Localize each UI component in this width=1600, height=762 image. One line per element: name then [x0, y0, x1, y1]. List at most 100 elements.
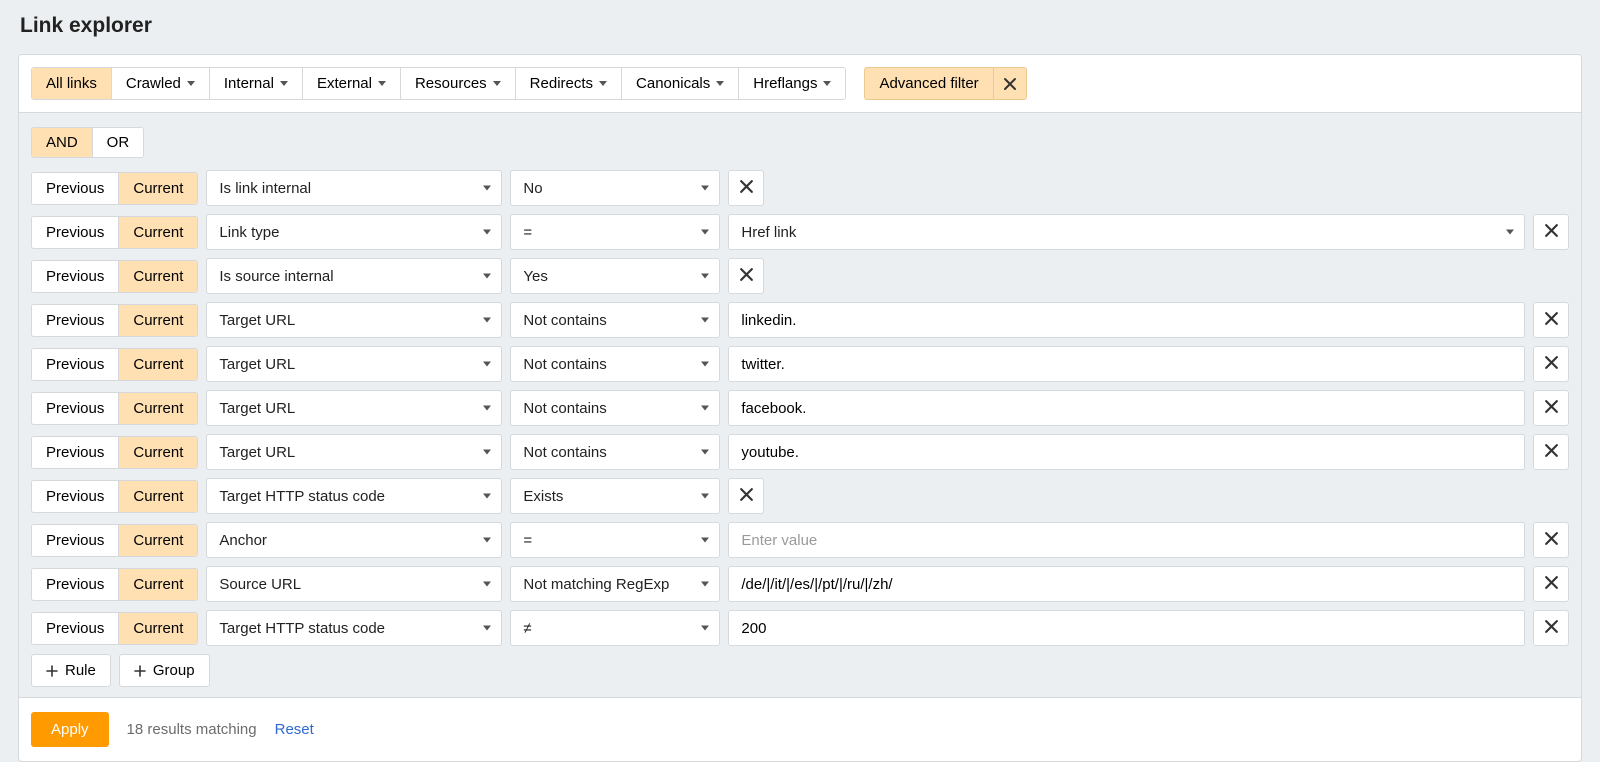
- add-rule-button[interactable]: Rule: [31, 654, 111, 687]
- chevron-down-icon: [701, 186, 709, 191]
- remove-rule-button[interactable]: [1533, 302, 1569, 338]
- chevron-down-icon: [701, 318, 709, 323]
- remove-rule-button[interactable]: [728, 170, 764, 206]
- previous-button[interactable]: Previous: [32, 481, 119, 512]
- remove-rule-button[interactable]: [728, 478, 764, 514]
- field-select[interactable]: Target URL: [206, 346, 502, 382]
- advanced-filter-close-button[interactable]: [993, 67, 1027, 100]
- operator-select[interactable]: ≠: [510, 610, 720, 646]
- current-button[interactable]: Current: [119, 393, 197, 424]
- value-input[interactable]: [728, 434, 1525, 470]
- chevron-down-icon: [187, 81, 195, 86]
- current-button[interactable]: Current: [119, 261, 197, 292]
- current-button[interactable]: Current: [119, 481, 197, 512]
- operator-select[interactable]: Not contains: [510, 434, 720, 470]
- previous-button[interactable]: Previous: [32, 437, 119, 468]
- chevron-down-icon: [701, 450, 709, 455]
- tab-crawled[interactable]: Crawled: [112, 68, 210, 99]
- chevron-down-icon: [483, 318, 491, 323]
- field-select[interactable]: Link type: [206, 214, 502, 250]
- remove-rule-button[interactable]: [1533, 434, 1569, 470]
- previous-button[interactable]: Previous: [32, 569, 119, 600]
- field-select[interactable]: Is link internal: [206, 170, 502, 206]
- select-value: Not contains: [523, 356, 606, 373]
- rule-row: PreviousCurrent Target URL Not contains: [31, 346, 1569, 382]
- tab-external[interactable]: External: [303, 68, 401, 99]
- operator-select[interactable]: =: [510, 214, 720, 250]
- field-select[interactable]: Is source internal: [206, 258, 502, 294]
- remove-rule-button[interactable]: [1533, 522, 1569, 558]
- logic-or-button[interactable]: OR: [93, 128, 144, 157]
- tab-internal[interactable]: Internal: [210, 68, 303, 99]
- operator-select[interactable]: Exists: [510, 478, 720, 514]
- remove-rule-button[interactable]: [1533, 566, 1569, 602]
- previous-button[interactable]: Previous: [32, 173, 119, 204]
- value-input[interactable]: [728, 346, 1525, 382]
- previous-button[interactable]: Previous: [32, 305, 119, 336]
- tab-label: Internal: [224, 75, 274, 92]
- current-button[interactable]: Current: [119, 173, 197, 204]
- current-button[interactable]: Current: [119, 569, 197, 600]
- tab-label: Resources: [415, 75, 487, 92]
- advanced-filter-button[interactable]: Advanced filter: [864, 67, 992, 100]
- rule-builder: AND OR PreviousCurrentIs link internalNo…: [19, 113, 1581, 697]
- previous-button[interactable]: Previous: [32, 613, 119, 644]
- plus-icon: [46, 665, 58, 677]
- operator-select[interactable]: No: [510, 170, 720, 206]
- value-input[interactable]: [728, 566, 1525, 602]
- value-select[interactable]: Href link: [728, 214, 1525, 250]
- current-button[interactable]: Current: [119, 437, 197, 468]
- tab-hreflangs[interactable]: Hreflangs: [739, 68, 845, 99]
- close-icon: [1544, 619, 1559, 637]
- operator-select[interactable]: Not contains: [510, 346, 720, 382]
- select-value: Is source internal: [219, 268, 333, 285]
- value-input[interactable]: [728, 522, 1525, 558]
- tab-resources[interactable]: Resources: [401, 68, 516, 99]
- remove-rule-button[interactable]: [728, 258, 764, 294]
- operator-select[interactable]: Not contains: [510, 302, 720, 338]
- current-button[interactable]: Current: [119, 525, 197, 556]
- field-select[interactable]: Source URL: [206, 566, 502, 602]
- field-select[interactable]: Target URL: [206, 434, 502, 470]
- rule-row: PreviousCurrent Is source internal Yes: [31, 258, 1569, 294]
- reset-link[interactable]: Reset: [275, 721, 314, 738]
- operator-select[interactable]: Not contains: [510, 390, 720, 426]
- field-select[interactable]: Target URL: [206, 390, 502, 426]
- previous-button[interactable]: Previous: [32, 217, 119, 248]
- field-select[interactable]: Target HTTP status code: [206, 610, 502, 646]
- previous-button[interactable]: Previous: [32, 393, 119, 424]
- previous-button[interactable]: Previous: [32, 261, 119, 292]
- operator-select[interactable]: =: [510, 522, 720, 558]
- field-select[interactable]: Anchor: [206, 522, 502, 558]
- chevron-down-icon: [280, 81, 288, 86]
- rule-row: PreviousCurrent Link type=Href link: [31, 214, 1569, 250]
- tab-all-links[interactable]: All links: [32, 68, 112, 99]
- current-button[interactable]: Current: [119, 349, 197, 380]
- current-button[interactable]: Current: [119, 305, 197, 336]
- previous-button[interactable]: Previous: [32, 525, 119, 556]
- chevron-down-icon: [483, 186, 491, 191]
- plus-icon: [134, 665, 146, 677]
- rule-row: PreviousCurrent Target HTTP status code≠: [31, 610, 1569, 646]
- value-input[interactable]: [728, 390, 1525, 426]
- tab-redirects[interactable]: Redirects: [516, 68, 622, 99]
- button-label: Apply: [51, 721, 89, 738]
- value-input[interactable]: [728, 302, 1525, 338]
- operator-select[interactable]: Yes: [510, 258, 720, 294]
- previous-button[interactable]: Previous: [32, 349, 119, 380]
- tab-canonicals[interactable]: Canonicals: [622, 68, 739, 99]
- add-group-button[interactable]: Group: [119, 654, 210, 687]
- apply-button[interactable]: Apply: [31, 712, 109, 747]
- current-button[interactable]: Current: [119, 217, 197, 248]
- logic-and-button[interactable]: AND: [32, 128, 93, 157]
- remove-rule-button[interactable]: [1533, 390, 1569, 426]
- remove-rule-button[interactable]: [1533, 610, 1569, 646]
- prev-current-toggle: PreviousCurrent: [31, 568, 198, 601]
- value-input[interactable]: [728, 610, 1525, 646]
- field-select[interactable]: Target URL: [206, 302, 502, 338]
- remove-rule-button[interactable]: [1533, 346, 1569, 382]
- remove-rule-button[interactable]: [1533, 214, 1569, 250]
- operator-select[interactable]: Not matching RegExp: [510, 566, 720, 602]
- field-select[interactable]: Target HTTP status code: [206, 478, 502, 514]
- current-button[interactable]: Current: [119, 613, 197, 644]
